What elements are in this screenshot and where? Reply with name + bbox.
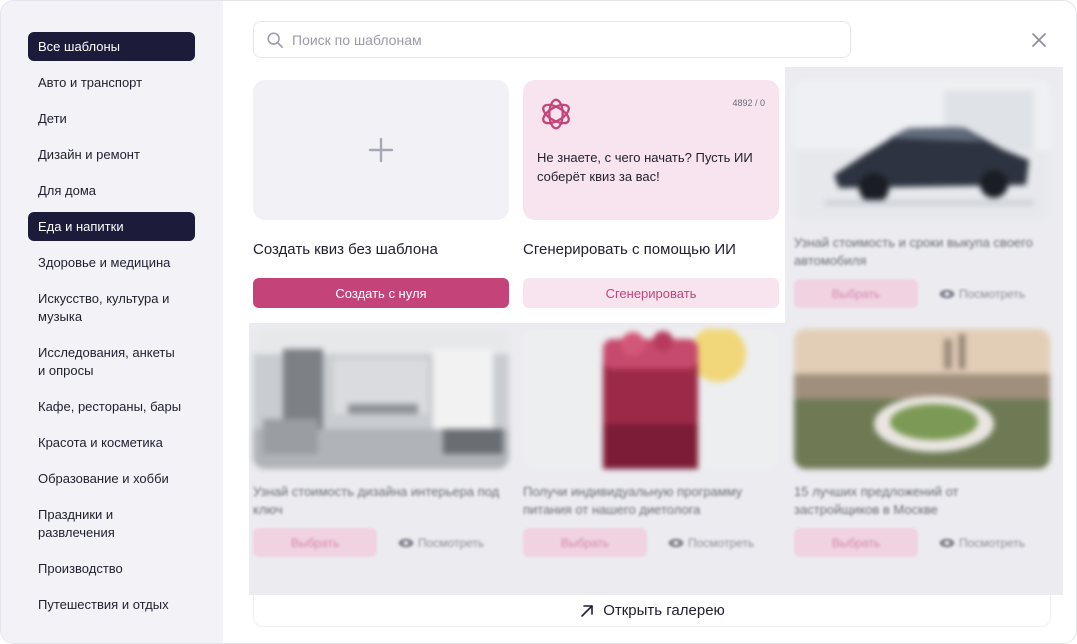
template-title: Узнай стоимость и сроки выкупа своего ав… [794, 235, 1033, 268]
search-bar [253, 21, 851, 58]
ai-counter: 4892 / 0 [732, 98, 765, 108]
template-card-nutrition[interactable]: Получи индивидуальную программу питания … [523, 329, 779, 557]
choose-button[interactable]: Выбрать [794, 528, 918, 557]
template-title: Узнай стоимость дизайна интерьера под кл… [253, 484, 500, 517]
view-label: Посмотреть [959, 286, 1026, 301]
sidebar-item-holidays[interactable]: Праздники и развлечения [28, 506, 195, 542]
sidebar-item-food[interactable]: Еда и напитки [28, 212, 195, 241]
templates-modal: Все шаблоны Авто и транспорт Дети Дизайн… [0, 0, 1077, 644]
generate-button[interactable]: Сгенерировать [523, 278, 779, 308]
view-button[interactable]: Посмотреть [668, 528, 754, 557]
sidebar-item-art[interactable]: Искусство, культура и музыка [28, 290, 195, 326]
sidebar-item-home[interactable]: Для дома [28, 176, 195, 205]
sidebar-item-research[interactable]: Исследования, анкеты и опросы [28, 344, 195, 380]
template-actions: Выбрать Посмотреть [523, 528, 779, 557]
ai-description: Не знаете, с чего начать? Пусть ИИ собер… [537, 150, 753, 184]
create-from-scratch-button[interactable]: Создать с нуля [253, 278, 509, 308]
sidebar-item-all-templates[interactable]: Все шаблоны [28, 32, 195, 61]
ai-generate-title: Сгенерировать с помощью ИИ [523, 241, 736, 258]
plus-icon [368, 137, 394, 163]
template-image-smoothie [523, 329, 779, 469]
category-sidebar: Все шаблоны Авто и транспорт Дети Дизайн… [1, 1, 223, 643]
sidebar-item-beauty[interactable]: Красота и косметика [28, 428, 195, 457]
template-image-stadium [794, 329, 1050, 469]
choose-button[interactable]: Выбрать [794, 279, 918, 308]
eye-icon [668, 538, 684, 547]
template-actions: Выбрать Посмотреть [794, 528, 1050, 557]
template-actions: Выбрать Посмотреть [253, 528, 509, 557]
choose-button[interactable]: Выбрать [253, 528, 377, 557]
open-gallery-button[interactable]: Открыть галерею [253, 595, 1051, 627]
view-label: Посмотреть [418, 535, 485, 550]
sidebar-item-education[interactable]: Образование и хобби [28, 464, 195, 493]
view-button[interactable]: Посмотреть [939, 279, 1025, 308]
sidebar-item-travel[interactable]: Путешествия и отдых [28, 590, 195, 619]
search-input[interactable] [292, 31, 812, 48]
ai-generate-tile[interactable]: 4892 / 0 Не знаете, с чего начать? Пусть… [523, 80, 779, 220]
search-icon [267, 31, 283, 48]
eye-icon [939, 289, 955, 298]
eye-icon [398, 538, 414, 547]
sidebar-item-design[interactable]: Дизайн и ремонт [28, 140, 195, 169]
view-label: Посмотреть [959, 535, 1026, 550]
create-blank-title: Создать квиз без шаблона [253, 241, 438, 258]
template-title: 15 лучших предложений от застройщиков в … [794, 484, 959, 517]
view-button[interactable]: Посмотреть [398, 528, 484, 557]
template-card-developers[interactable]: 15 лучших предложений от застройщиков в … [794, 329, 1050, 557]
template-image-car [794, 80, 1050, 220]
arrow-up-right-icon [581, 604, 594, 617]
template-card-car[interactable]: Узнай стоимость и сроки выкупа своего ав… [794, 80, 1050, 308]
eye-icon [939, 538, 955, 547]
template-title: Получи индивидуальную программу питания … [523, 484, 743, 517]
sidebar-item-health[interactable]: Здоровье и медицина [28, 248, 195, 277]
template-actions: Выбрать Посмотреть [794, 279, 1050, 308]
open-gallery-label: Открыть галерею [603, 602, 725, 619]
close-icon[interactable] [1028, 29, 1050, 51]
openai-logo-icon [542, 98, 570, 130]
sidebar-item-kids[interactable]: Дети [28, 104, 195, 133]
template-card-interior[interactable]: Узнай стоимость дизайна интерьера под кл… [253, 329, 509, 557]
template-image-interior [253, 329, 509, 469]
choose-button[interactable]: Выбрать [523, 528, 647, 557]
sidebar-item-production[interactable]: Производство [28, 554, 195, 583]
create-blank-tile[interactable] [253, 80, 509, 220]
sidebar-item-cafe[interactable]: Кафе, рестораны, бары [28, 392, 195, 421]
sidebar-item-auto[interactable]: Авто и транспорт [28, 68, 195, 97]
view-button[interactable]: Посмотреть [939, 528, 1025, 557]
view-label: Посмотреть [688, 535, 755, 550]
